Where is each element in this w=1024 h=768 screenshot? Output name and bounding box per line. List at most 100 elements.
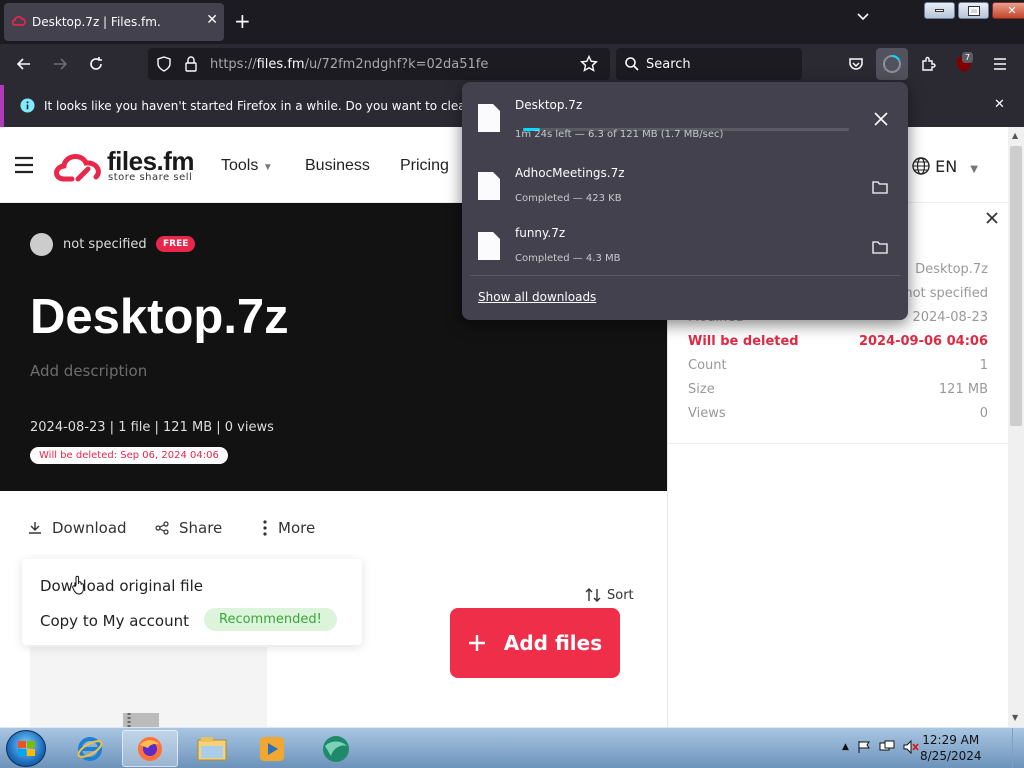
file-explorer-icon[interactable] xyxy=(184,730,240,767)
globe-icon xyxy=(912,157,930,175)
download-status: 1m 24s left — 6.3 of 121 MB (1.7 MB/sec) xyxy=(515,129,724,140)
tray-expand-icon[interactable]: ▲ xyxy=(842,742,849,752)
internet-explorer-icon[interactable] xyxy=(62,730,118,767)
download-status: Completed — 423 KB xyxy=(515,193,622,204)
volume-muted-icon[interactable] xyxy=(903,740,919,754)
hamburger-nav-icon[interactable] xyxy=(14,156,34,174)
file-actions: Download Share More xyxy=(0,491,667,565)
owner-name[interactable]: not specified xyxy=(63,237,147,252)
window-close-icon[interactable]: ✕ xyxy=(992,2,1024,19)
property-row-delete: Will be deleted 2024-09-06 04:06 xyxy=(688,334,988,349)
download-item[interactable]: AdhocMeetings.7z Completed — 423 KB xyxy=(470,160,900,216)
close-tab-icon[interactable]: ✕ xyxy=(206,12,218,28)
download-progress-icon xyxy=(882,54,902,74)
downloads-button[interactable] xyxy=(876,48,908,80)
description-placeholder[interactable]: Add description xyxy=(30,362,147,380)
divider xyxy=(668,443,1008,444)
more-button[interactable]: More xyxy=(262,519,315,537)
media-player-icon[interactable] xyxy=(244,730,300,767)
open-folder-icon[interactable] xyxy=(872,240,888,254)
cancel-download-icon[interactable] xyxy=(874,112,888,126)
property-row: Size 121 MB xyxy=(688,382,988,397)
taskbar-clock[interactable]: 12:29 AM 8/25/2024 xyxy=(920,732,982,764)
pocket-icon[interactable] xyxy=(844,52,868,76)
show-all-downloads-link[interactable]: Show all downloads xyxy=(478,290,596,304)
add-files-button[interactable]: Add files xyxy=(450,608,620,678)
files-fm-logo-icon[interactable] xyxy=(52,149,104,185)
file-thumbnail[interactable] xyxy=(30,647,267,727)
clock-date: 8/25/2024 xyxy=(920,749,982,763)
download-status: Completed — 4.3 MB xyxy=(515,253,621,264)
file-meta: 2024-08-23 | 1 file | 121 MB | 0 views xyxy=(30,420,274,435)
bookmark-star-icon[interactable] xyxy=(580,55,598,73)
action-center-flag-icon[interactable] xyxy=(857,740,871,754)
forward-icon[interactable] xyxy=(48,52,72,76)
url-text[interactable]: https://files.fm/u/72fm2ndghf?k=02da51fe xyxy=(210,57,488,72)
download-button[interactable]: Download xyxy=(28,519,127,537)
taskbar: ▲ 12:29 AM 8/25/2024 xyxy=(0,727,1024,768)
notification-close-icon[interactable]: ✕ xyxy=(994,97,1005,112)
search-icon xyxy=(624,56,640,72)
download-item[interactable]: funny.7z Completed — 4.3 MB xyxy=(470,220,900,276)
tracking-protection-icon[interactable] xyxy=(156,56,172,72)
file-icon xyxy=(478,232,500,260)
downloads-panel: Desktop.7z 1m 24s left — 6.3 of 121 MB (… xyxy=(462,82,908,320)
show-desktop-button[interactable] xyxy=(1012,728,1024,768)
network-icon[interactable] xyxy=(879,740,895,754)
reload-icon[interactable] xyxy=(84,52,108,76)
plus-icon xyxy=(468,634,486,652)
tab-bar: Desktop.7z | Files.fm. ✕ + ✕ xyxy=(0,0,1024,44)
lock-icon[interactable] xyxy=(184,56,198,72)
scroll-up-icon[interactable]: ▲ xyxy=(1012,131,1018,140)
menu-business[interactable]: Business xyxy=(305,157,370,175)
menu-tools[interactable]: Tools ▼ xyxy=(221,157,273,175)
globe-app-icon[interactable] xyxy=(308,730,364,767)
download-original-file-item[interactable]: Download original file xyxy=(40,577,203,595)
free-badge: FREE xyxy=(156,236,196,252)
copy-to-account-item[interactable]: Copy to My account xyxy=(40,612,189,630)
avatar xyxy=(30,233,53,256)
download-name: funny.7z xyxy=(515,226,566,240)
ublock-count-badge: 7 xyxy=(962,52,974,63)
start-button[interactable] xyxy=(6,730,46,767)
sort-icon xyxy=(585,587,601,603)
download-icon xyxy=(28,521,42,535)
share-icon xyxy=(155,521,169,535)
restore-icon[interactable] xyxy=(958,2,989,19)
back-icon[interactable] xyxy=(12,52,36,76)
share-button[interactable]: Share xyxy=(155,519,222,537)
file-title: Desktop.7z xyxy=(30,290,289,344)
menu-pricing[interactable]: Pricing xyxy=(400,157,449,175)
divider xyxy=(470,275,900,276)
minimize-icon[interactable] xyxy=(924,2,955,19)
panel-close-icon[interactable] xyxy=(985,211,999,225)
recommended-badge: Recommended! xyxy=(204,608,337,631)
download-item[interactable]: Desktop.7z 1m 24s left — 6.3 of 121 MB (… xyxy=(470,92,900,148)
search-bar[interactable]: Search xyxy=(616,48,802,80)
hand-cursor-icon xyxy=(72,575,86,595)
hamburger-menu-icon[interactable] xyxy=(988,52,1012,76)
property-row: Views 0 xyxy=(688,406,988,421)
file-icon xyxy=(478,172,500,200)
windows-logo-icon xyxy=(18,741,36,757)
download-name: Desktop.7z xyxy=(515,98,583,112)
delete-notice-badge: Will be deleted: Sep 06, 2024 04:06 xyxy=(30,447,228,464)
sort-button[interactable]: Sort xyxy=(585,587,634,603)
tab-active[interactable]: Desktop.7z | Files.fm. ✕ xyxy=(4,3,224,41)
open-folder-icon[interactable] xyxy=(872,180,888,194)
language-selector[interactable]: EN ▼ xyxy=(912,157,978,176)
download-name: AdhocMeetings.7z xyxy=(515,166,625,180)
download-dropdown-menu: Download original file Copy to My accoun… xyxy=(22,559,362,645)
system-tray: ▲ xyxy=(842,740,919,754)
scrollbar-thumb[interactable] xyxy=(1010,146,1022,426)
firefox-taskbar-icon[interactable] xyxy=(122,730,178,767)
list-tabs-icon[interactable] xyxy=(856,12,870,22)
files-fm-favicon-icon xyxy=(12,15,26,27)
archive-file-icon xyxy=(123,713,163,727)
new-tab-icon[interactable]: + xyxy=(234,10,251,32)
search-placeholder: Search xyxy=(646,57,691,72)
scroll-down-icon[interactable]: ▼ xyxy=(1012,713,1018,722)
url-bar[interactable]: https://files.fm/u/72fm2ndghf?k=02da51fe xyxy=(148,48,610,80)
navigation-toolbar: https://files.fm/u/72fm2ndghf?k=02da51fe… xyxy=(0,44,1024,85)
extensions-icon[interactable] xyxy=(916,52,940,76)
